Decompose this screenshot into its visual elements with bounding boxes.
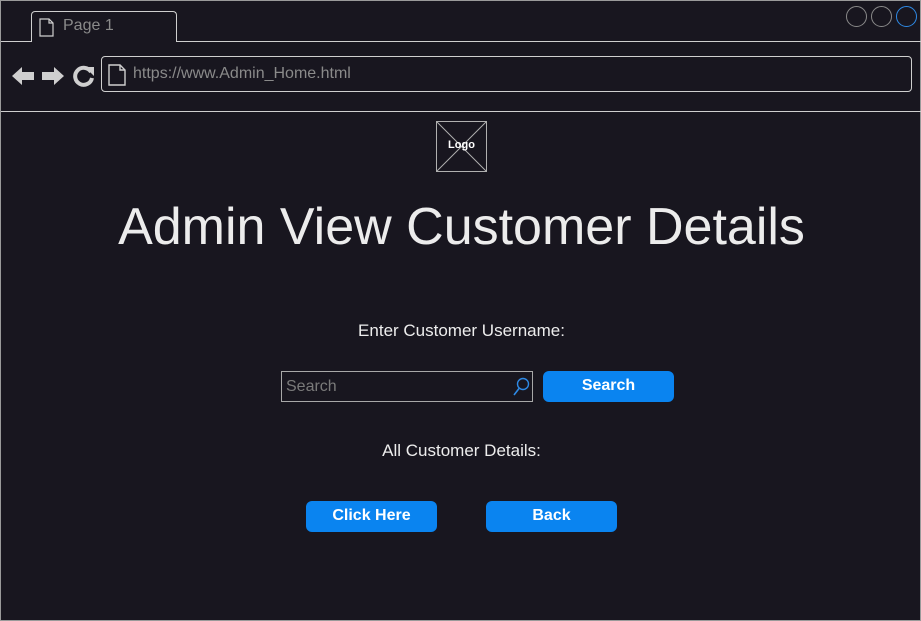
back-arrow-icon[interactable] [11,64,35,88]
search-input[interactable] [286,376,506,398]
page-icon [108,64,126,86]
tab-label: Page 1 [63,17,114,34]
page-title: Admin View Customer Details [118,198,805,256]
logo-label: Logo [448,139,475,151]
address-bar[interactable]: https://www.Admin_Home.html [101,56,912,92]
browser-window: Page 1 https://www.Admin_Home.html Logo … [0,0,921,621]
click-here-button[interactable]: Click Here [306,501,437,532]
logo: Logo [436,121,487,172]
minimize-button[interactable] [846,6,867,27]
tab-page-1[interactable]: Page 1 [31,11,177,42]
url-text: https://www.Admin_Home.html [133,65,351,82]
username-label: Enter Customer Username: [358,321,565,340]
all-details-label: All Customer Details: [382,441,541,460]
close-button[interactable] [896,6,917,27]
maximize-button[interactable] [871,6,892,27]
page-icon [39,18,54,37]
tab-bar: Page 1 [1,1,921,42]
search-field[interactable] [281,371,533,402]
search-button[interactable]: Search [543,371,674,402]
reload-icon[interactable] [72,64,96,88]
browser-toolbar: https://www.Admin_Home.html [1,42,921,112]
forward-arrow-icon[interactable] [41,64,65,88]
back-button[interactable]: Back [486,501,617,532]
search-icon[interactable] [512,377,530,397]
